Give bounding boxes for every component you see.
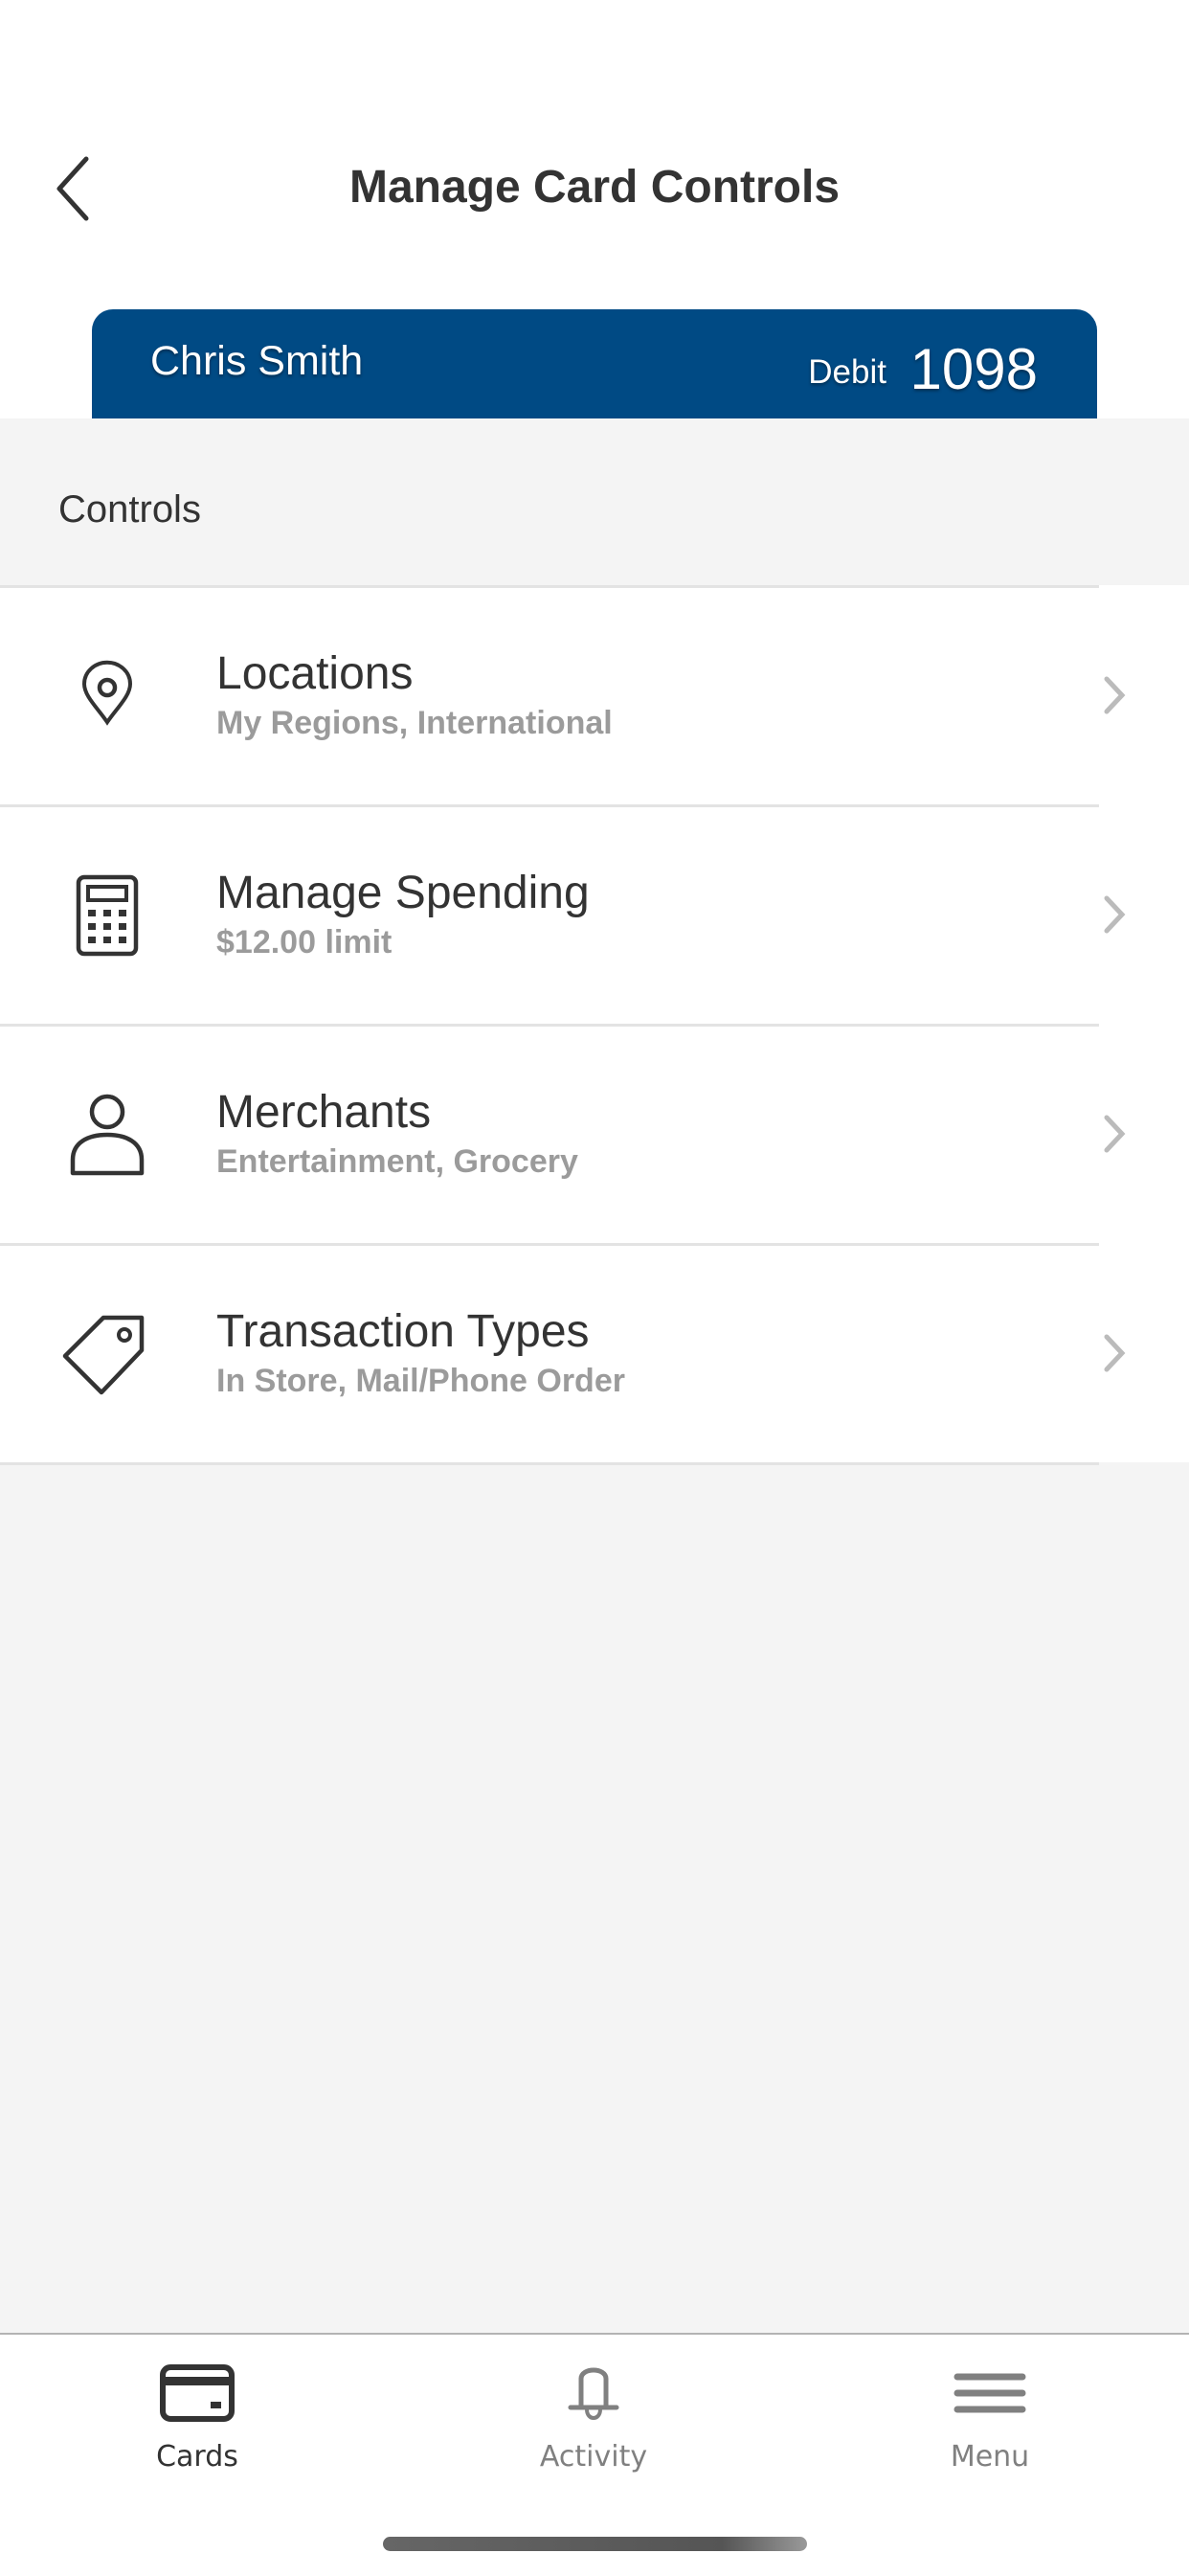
control-locations[interactable]: Locations My Regions, International	[0, 585, 1189, 804]
divider	[0, 804, 1099, 807]
location-pin-icon	[81, 660, 133, 726]
control-title: Transaction Types	[216, 1306, 590, 1357]
section-title: Controls	[58, 488, 201, 531]
card-banner: Chris Smith Debit 1098	[92, 309, 1097, 418]
divider	[0, 1243, 1099, 1246]
card-last4: 1098	[909, 337, 1038, 401]
control-title: Locations	[216, 648, 414, 699]
control-merchants[interactable]: Merchants Entertainment, Grocery	[0, 1024, 1189, 1243]
divider	[0, 1462, 1099, 1465]
card-icon	[160, 2364, 235, 2422]
home-indicator[interactable]	[383, 2537, 807, 2551]
person-icon	[70, 1094, 145, 1176]
chevron-right-icon	[1104, 1334, 1126, 1372]
page-title: Manage Card Controls	[348, 162, 841, 213]
tab-menu[interactable]: Menu	[846, 2335, 1133, 2478]
tab-activity[interactable]: Activity	[450, 2335, 737, 2478]
control-subtitle: In Store, Mail/Phone Order	[216, 1363, 625, 1399]
card-type: Debit	[808, 353, 886, 391]
calculator-icon	[76, 874, 139, 957]
control-subtitle: Entertainment, Grocery	[216, 1143, 578, 1180]
control-subtitle: My Regions, International	[216, 705, 613, 741]
tab-cards[interactable]: Cards	[54, 2335, 341, 2478]
tab-label: Cards	[156, 2440, 238, 2474]
header: Manage Card Controls Chris Smith Debit 1…	[0, 0, 1189, 418]
control-subtitle: $12.00 limit	[216, 924, 393, 960]
control-transaction-types[interactable]: Transaction Types In Store, Mail/Phone O…	[0, 1243, 1189, 1462]
divider	[0, 585, 1099, 588]
chevron-right-icon	[1104, 895, 1126, 934]
tab-label: Activity	[539, 2440, 648, 2474]
control-title: Merchants	[216, 1087, 432, 1138]
tab-label: Menu	[950, 2440, 1030, 2474]
bell-icon	[568, 2367, 619, 2420]
controls-list: Locations My Regions, International Mana…	[0, 585, 1189, 1465]
tag-icon	[62, 1315, 145, 1395]
card-holder-name: Chris Smith	[150, 338, 364, 384]
menu-icon	[953, 2373, 1026, 2413]
control-manage-spending[interactable]: Manage Spending $12.00 limit	[0, 804, 1189, 1024]
divider	[0, 1024, 1099, 1027]
control-title: Manage Spending	[216, 868, 590, 918]
chevron-right-icon	[1104, 676, 1126, 714]
chevron-right-icon	[1104, 1115, 1126, 1153]
